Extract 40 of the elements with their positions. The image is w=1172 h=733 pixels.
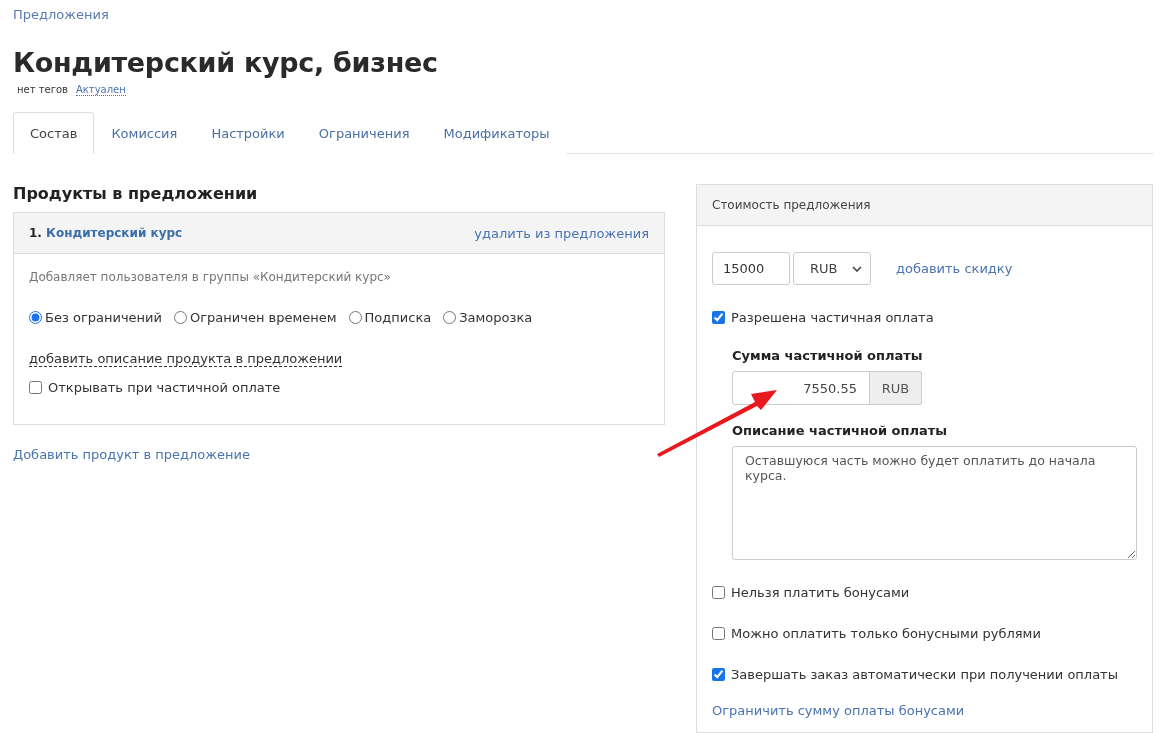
checkbox-label[interactable]: Завершать заказ автоматически при получении оплаты — [712, 667, 1118, 682]
checkbox-label[interactable]: Разрешена частичная оплата — [712, 310, 934, 325]
description-textarea[interactable]: Оставшуюся часть можно будет оплатить до начала курса. — [732, 446, 1137, 560]
partial-amount-field[interactable]: 7550.55 — [732, 371, 870, 405]
radio-button[interactable] — [443, 311, 457, 324]
currency-select[interactable]: RUB — [793, 252, 871, 285]
price-field[interactable]: 15000 — [712, 252, 790, 285]
add-description-link[interactable]: добавить описание продукта в предложении — [29, 351, 343, 367]
radio-option[interactable]: Без ограничений — [29, 310, 162, 325]
checkbox-label[interactable]: Нельзя платить бонусами — [712, 585, 910, 600]
radio-button[interactable] — [29, 311, 42, 324]
checkbox[interactable] — [712, 311, 725, 324]
radio-button[interactable] — [348, 311, 362, 324]
field-label: Описание частичной оплаты — [732, 423, 949, 438]
field-label: Сумма частичной оплаты — [732, 348, 924, 363]
remove-link[interactable]: удалить из предложения — [474, 225, 649, 241]
checkbox[interactable] — [29, 381, 42, 394]
limit-bonus-link[interactable]: Ограничить сумму оплаты бонусами — [712, 703, 1137, 718]
panel-header: Стоимость предложения — [697, 185, 1152, 226]
section-heading: Продукты в предложении — [13, 184, 259, 203]
tab[interactable]: Состав — [13, 112, 95, 154]
chevron-down-icon — [852, 265, 862, 272]
checkbox-label[interactable]: Открывать при частичной оплате — [29, 380, 281, 395]
product-title: 1. Кондитерский курс — [29, 226, 183, 240]
add-discount-link[interactable]: добавить скидку — [896, 261, 1013, 276]
tags-text: нет тегов — [17, 84, 68, 96]
checkbox[interactable] — [712, 586, 725, 599]
checkbox[interactable] — [712, 668, 725, 681]
status-link[interactable]: Актуален — [75, 84, 126, 96]
radio-option[interactable]: Ограничен временем — [174, 310, 337, 325]
radio-option[interactable]: Заморозка — [443, 310, 533, 325]
page-title: Кондитерский курс, бизнес — [13, 47, 439, 78]
checkbox-label[interactable]: Можно оплатить только бонусными рублями — [712, 626, 1041, 641]
breadcrumb-link[interactable]: Предложения — [13, 7, 109, 22]
product-description: Добавляет пользователя в группы «Кондитерский курс» — [29, 270, 392, 284]
add-product-link[interactable]: Добавить продукт в предложение — [13, 447, 250, 462]
checkbox[interactable] — [712, 627, 725, 640]
currency-addon: RUB — [870, 371, 922, 405]
radio-option[interactable]: Подписка — [348, 310, 432, 325]
radio-button[interactable] — [174, 311, 187, 324]
